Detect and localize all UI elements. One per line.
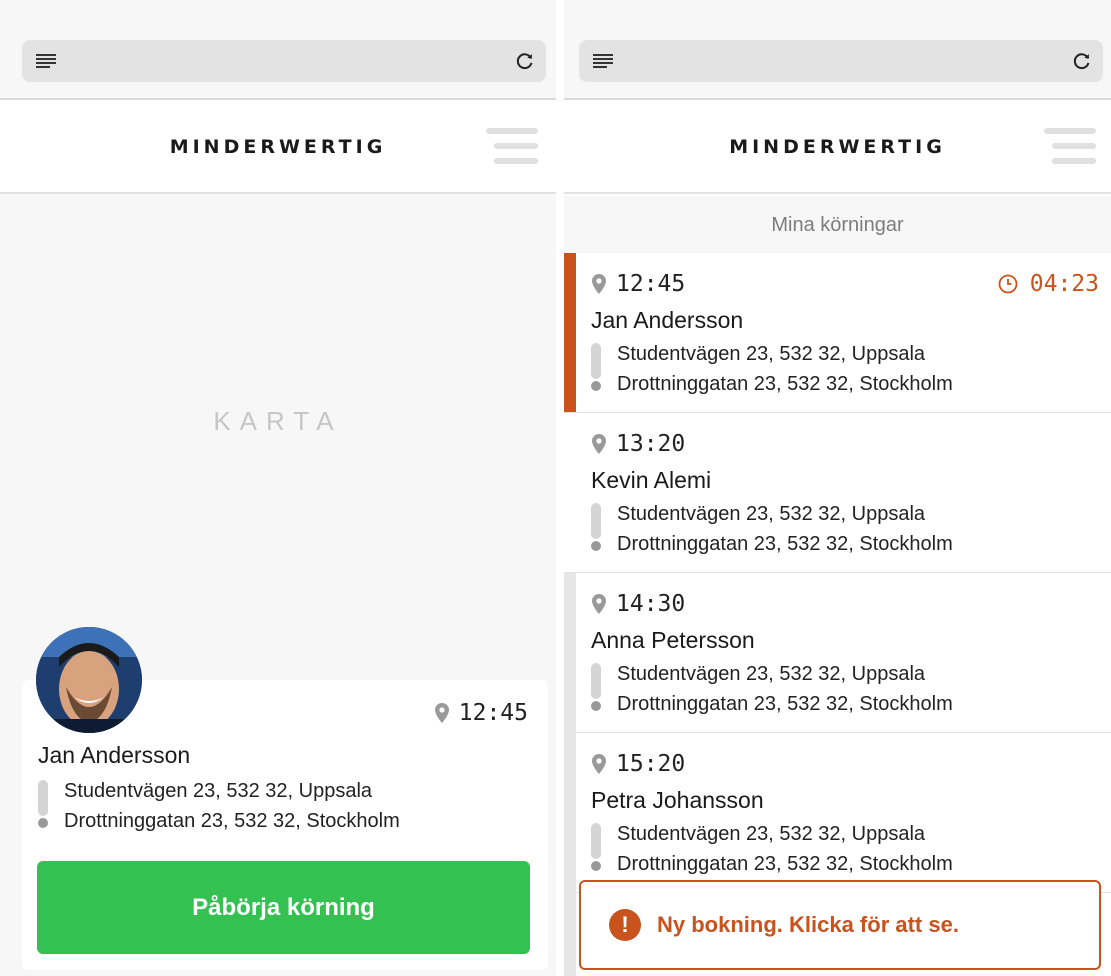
route-marker-icon <box>591 339 601 399</box>
rides-list-header: Mina körningar <box>564 196 1111 254</box>
route-to: Drottninggatan 23, 532 32, Stockholm <box>617 693 953 715</box>
ride-time: 13:20 <box>592 431 685 457</box>
route: Studentvägen 23, 532 32, Uppsala Drottni… <box>38 776 400 836</box>
ride-item-active[interactable]: 12:45 04:23 Jan Andersson Studentvägen 2… <box>564 253 1111 413</box>
passenger-name: Anna Petersson <box>591 627 755 653</box>
ride-time: 14:30 <box>592 591 685 617</box>
route-marker-icon <box>591 819 601 879</box>
route: Studentvägen 23, 532 32, Uppsala Drottni… <box>591 499 953 559</box>
route-marker-icon <box>591 659 601 719</box>
reader-icon[interactable] <box>36 54 56 68</box>
avatar <box>36 627 142 733</box>
reload-icon[interactable] <box>1071 50 1093 72</box>
screen-divider <box>556 0 564 976</box>
brand-logo: MINDERWERTIG <box>169 136 387 158</box>
route: Studentvägen 23, 532 32, Uppsala Drottni… <box>591 339 953 399</box>
alert-icon: ! <box>609 909 641 941</box>
pickup-time: 12:45 <box>434 700 528 726</box>
ride-item[interactable]: 14:30 Anna Petersson Studentvägen 23, 53… <box>576 573 1111 733</box>
pickup-time-value: 12:45 <box>458 700 528 726</box>
route-from: Studentvägen 23, 532 32, Uppsala <box>64 780 373 802</box>
address-bar[interactable] <box>22 40 546 82</box>
passenger-name: Kevin Alemi <box>591 467 712 493</box>
browser-bar <box>0 0 556 100</box>
route-to: Drottninggatan 23, 532 32, Stockholm <box>617 853 953 875</box>
list-gutter <box>564 572 576 976</box>
toast-message: Ny bokning. Klicka för att se. <box>657 912 959 937</box>
passenger-name: Petra Johansson <box>591 787 764 813</box>
app-header: MINDERWERTIG <box>564 100 1111 194</box>
pin-icon <box>592 274 606 294</box>
map-screen: MINDERWERTIG KARTA 12:45 Jan Andersson S… <box>0 0 556 976</box>
ride-time: 15:20 <box>592 751 685 777</box>
countdown-value: 04:23 <box>1029 271 1099 297</box>
ride-item[interactable]: 13:20 Kevin Alemi Studentvägen 23, 532 3… <box>564 413 1111 573</box>
route-to: Drottninggatan 23, 532 32, Stockholm <box>617 373 953 395</box>
route-from: Studentvägen 23, 532 32, Uppsala <box>617 663 926 685</box>
route: Studentvägen 23, 532 32, Uppsala Drottni… <box>591 819 953 879</box>
pin-icon <box>592 594 606 614</box>
route-from: Studentvägen 23, 532 32, Uppsala <box>617 343 926 365</box>
ride-item[interactable]: 15:20 Petra Johansson Studentvägen 23, 5… <box>576 733 1111 893</box>
route: Studentvägen 23, 532 32, Uppsala Drottni… <box>591 659 953 719</box>
brand-logo: MINDERWERTIG <box>729 136 946 158</box>
reload-icon[interactable] <box>514 50 536 72</box>
ride-time-value: 14:30 <box>616 591 686 617</box>
rides-screen: MINDERWERTIG Mina körningar 12:45 04:23 … <box>564 0 1111 976</box>
reader-icon[interactable] <box>593 54 613 68</box>
countdown-timer: 04:23 <box>998 271 1099 297</box>
passenger-name: Jan Andersson <box>38 742 191 768</box>
route-marker-icon <box>38 776 48 836</box>
route-from: Studentvägen 23, 532 32, Uppsala <box>617 823 926 845</box>
clock-icon <box>998 274 1018 294</box>
ride-time: 12:45 <box>592 271 685 297</box>
passenger-name: Jan Andersson <box>591 307 744 333</box>
route-marker-icon <box>591 499 601 559</box>
route-to: Drottninggatan 23, 532 32, Stockholm <box>617 533 953 555</box>
app-header: MINDERWERTIG <box>0 100 556 194</box>
map-placeholder-label: KARTA <box>213 406 343 436</box>
route-from: Studentvägen 23, 532 32, Uppsala <box>617 503 926 525</box>
pin-icon <box>592 754 606 774</box>
new-booking-toast[interactable]: ! Ny bokning. Klicka för att se. <box>579 880 1101 970</box>
pin-icon <box>434 703 449 723</box>
ride-time-value: 15:20 <box>616 751 686 777</box>
address-bar[interactable] <box>579 40 1103 82</box>
pin-icon <box>592 434 606 454</box>
route-to: Drottninggatan 23, 532 32, Stockholm <box>64 810 400 832</box>
browser-bar <box>564 0 1111 100</box>
ride-time-value: 12:45 <box>616 271 686 297</box>
start-ride-button[interactable]: Påbörja körning <box>37 861 530 954</box>
ride-time-value: 13:20 <box>616 431 686 457</box>
menu-icon[interactable] <box>482 128 538 164</box>
menu-icon[interactable] <box>1040 128 1096 164</box>
